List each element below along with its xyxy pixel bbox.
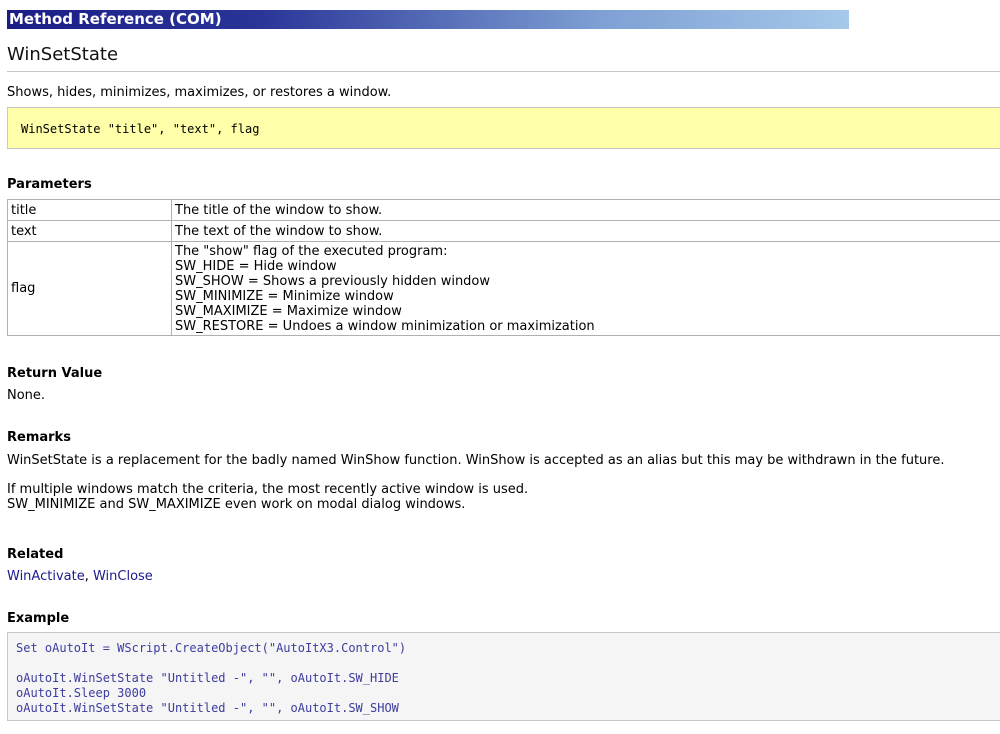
remarks-paragraph: If multiple windows match the criteria, … <box>7 482 528 512</box>
flag-line: SW_RESTORE = Undoes a window minimizatio… <box>175 318 595 334</box>
code-line: oAutoIt.Sleep 3000 <box>16 686 147 700</box>
code-line: Set oAutoIt = WScript.CreateObject("Auto… <box>16 641 407 655</box>
title-divider <box>7 71 1000 72</box>
code-line: oAutoIt.WinSetState "Untitled -", "", oA… <box>16 671 399 685</box>
remarks-line: If multiple windows match the criteria, … <box>7 482 529 497</box>
parameters-table: title The title of the window to show. t… <box>7 199 1000 336</box>
link-separator: , <box>84 569 93 584</box>
return-value-heading: Return Value <box>7 366 103 381</box>
related-links: WinActivate, WinClose <box>7 569 153 584</box>
code-line: oAutoIt.WinSetState "Untitled -", "", oA… <box>16 701 399 715</box>
remarks-paragraph: WinSetState is a replacement for the bad… <box>7 453 945 468</box>
function-description: Shows, hides, minimizes, maximizes, or r… <box>7 85 392 100</box>
table-row: flag The "show" flag of the executed pro… <box>7 241 1000 336</box>
syntax-box: WinSetState "title", "text", flag <box>7 107 1000 149</box>
table-row: text The text of the window to show. <box>7 220 1000 242</box>
param-description: The title of the window to show. <box>171 199 1000 221</box>
table-row: title The title of the window to show. <box>7 199 1000 221</box>
param-description: The text of the window to show. <box>171 220 1000 242</box>
related-heading: Related <box>7 547 64 562</box>
example-heading: Example <box>7 611 70 626</box>
flag-line: SW_MAXIMIZE = Maximize window <box>175 303 402 319</box>
remarks-line: SW_MINIMIZE and SW_MAXIMIZE even work on… <box>7 497 466 512</box>
example-code-block: Set oAutoIt = WScript.CreateObject("Auto… <box>7 632 1000 721</box>
param-description: The "show" flag of the executed program:… <box>171 241 1000 336</box>
section-banner: Method Reference (COM) <box>7 10 849 29</box>
remarks-heading: Remarks <box>7 430 71 445</box>
param-name: flag <box>7 241 172 336</box>
flag-line: SW_SHOW = Shows a previously hidden wind… <box>175 273 491 289</box>
param-name: text <box>7 220 172 242</box>
parameters-heading: Parameters <box>7 177 92 192</box>
param-name: title <box>7 199 172 221</box>
link-winclose[interactable]: WinClose <box>93 569 153 584</box>
flag-line: SW_HIDE = Hide window <box>175 258 337 274</box>
link-winactivate[interactable]: WinActivate <box>7 569 85 584</box>
flag-line: The "show" flag of the executed program: <box>175 243 448 259</box>
return-value-text: None. <box>7 388 46 403</box>
flag-line: SW_MINIMIZE = Minimize window <box>175 288 394 304</box>
page-title: WinSetState <box>7 44 119 65</box>
